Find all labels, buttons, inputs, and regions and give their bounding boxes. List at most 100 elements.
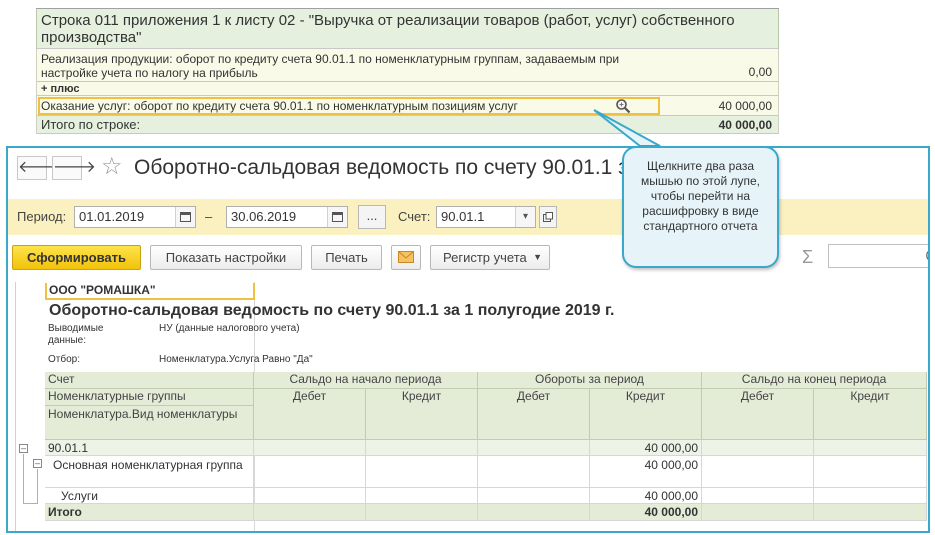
total-row-name: Итого (45, 504, 254, 521)
account-label: Счет: (398, 209, 431, 224)
declaration-header: Строка 011 приложения 1 к листу 02 - "Вы… (36, 9, 779, 49)
row-cell (254, 504, 366, 521)
account-value: 90.01.1 (441, 209, 485, 224)
email-button[interactable] (391, 245, 421, 270)
row-item-name: Услуги (45, 488, 254, 504)
hint-text: Щелкните два раза мышью по этой лупе, чт… (640, 159, 761, 233)
row-cell (702, 488, 814, 504)
filter-label: Отбор: (48, 354, 80, 365)
header-nomenclature: Номенклатура.Вид номенклатуры (45, 406, 254, 440)
report-sheet: ООО "РОМАШКА" Оборотно-сальдовая ведомос… (15, 282, 928, 531)
row-account-turnover-credit[interactable]: 40 000,00 (590, 440, 702, 456)
header-turnover: Обороты за период (478, 372, 702, 389)
services-highlight (38, 97, 660, 115)
row-account-name: 90.01.1 (45, 440, 254, 456)
header-turnover-credit: Кредит (590, 389, 702, 440)
calendar-icon[interactable] (175, 207, 195, 227)
sigma-icon: Σ (802, 247, 814, 267)
tree-line (23, 503, 38, 504)
hint-callout: Щелкните два раза мышью по этой лупе, чт… (622, 146, 779, 268)
toolbar: Сформировать Показать настройки Печать Р… (8, 243, 928, 273)
header-opening: Сальдо на начало периода (254, 372, 478, 389)
row-cell (366, 456, 478, 488)
products-value: 0,00 (748, 65, 772, 79)
header-groups: Номенклатурные группы (45, 389, 254, 406)
row-cell (478, 456, 590, 488)
period-select-button[interactable]: ... (358, 205, 386, 229)
total-row-turnover-credit[interactable]: 40 000,00 (590, 504, 702, 521)
date-to-value: 30.06.2019 (231, 209, 297, 224)
header-turnover-debit: Дебет (478, 389, 590, 440)
date-to-field[interactable]: 30.06.2019 (226, 206, 348, 228)
row-cell (254, 440, 366, 456)
account-field[interactable]: 90.01.1 ▾ (436, 206, 536, 228)
sum-field: 0 (828, 244, 928, 268)
row-cell (702, 456, 814, 488)
chevron-down-icon[interactable]: ▾ (515, 207, 535, 227)
header-opening-credit: Кредит (366, 389, 478, 440)
declaration-table: Строка 011 приложения 1 к листу 02 - "Вы… (36, 8, 779, 134)
date-from-value: 01.01.2019 (79, 209, 145, 224)
services-value: 40 000,00 (718, 99, 772, 113)
output-value: НУ (данные налогового учета) (159, 323, 300, 334)
report-window: 🡐 🡒 ☆ Оборотно-сальдовая ведомость по сч… (6, 146, 930, 533)
generate-button[interactable]: Сформировать (12, 245, 141, 270)
tree-line (37, 469, 38, 503)
print-button[interactable]: Печать (311, 245, 382, 270)
row-cell (366, 504, 478, 521)
dropdown-arrow-icon: ▼ (533, 252, 542, 262)
declaration-row-services[interactable]: Оказание услуг: оборот по кредиту счета … (37, 96, 778, 116)
declaration-body: Реализация продукции: оборот по кредиту … (36, 49, 779, 134)
row-cell (478, 488, 590, 504)
back-button[interactable]: 🡐 (17, 156, 61, 180)
collapse-icon[interactable]: – (19, 444, 28, 453)
row-group-turnover-credit[interactable]: 40 000,00 (590, 456, 702, 488)
declaration-row-total: Итого по строке: 40 000,00 (37, 116, 778, 134)
calendar-icon[interactable] (327, 207, 347, 227)
row-cell (254, 488, 366, 504)
window-title: Оборотно-сальдовая ведомость по счету 90… (134, 156, 686, 179)
tree-line (23, 454, 24, 504)
open-account-button[interactable] (539, 206, 557, 228)
row-item-turnover-credit[interactable]: 40 000,00 (590, 488, 702, 504)
magnifier-icon[interactable] (615, 98, 631, 114)
row-cell (478, 440, 590, 456)
row-cell (702, 440, 814, 456)
forward-button[interactable]: 🡒 (52, 156, 96, 180)
output-label: Выводимые данные: (48, 323, 104, 346)
filter-value: Номенклатура.Услуга Равно "Да" (159, 354, 313, 365)
plus-label: + плюс (37, 82, 778, 96)
envelope-icon (398, 251, 414, 263)
open-link-icon (543, 212, 553, 222)
period-label: Период: (17, 209, 67, 224)
filter-bar: Период: 01.01.2019 – 30.06.2019 ... Счет… (8, 199, 928, 235)
header-closing-debit: Дебет (702, 389, 814, 440)
favorite-star-icon[interactable]: ☆ (101, 154, 123, 180)
organization-name: ООО "РОМАШКА" (45, 283, 255, 300)
products-text: Реализация продукции: оборот по кредиту … (41, 52, 620, 80)
report-title: Оборотно-сальдовая ведомость по счету 90… (49, 302, 615, 319)
header-closing: Сальдо на конец периода (702, 372, 927, 389)
row-cell (366, 440, 478, 456)
show-settings-button[interactable]: Показать настройки (150, 245, 302, 270)
register-label: Регистр учета (443, 250, 527, 265)
header-account: Счет (45, 372, 254, 389)
declaration-row-products: Реализация продукции: оборот по кредиту … (37, 49, 778, 82)
row-cell (814, 504, 927, 521)
row-cell (478, 504, 590, 521)
row-group-name: Основная номенклатурная группа (45, 456, 254, 488)
row-cell (366, 488, 478, 504)
header-opening-debit: Дебет (254, 389, 366, 440)
row-cell (814, 440, 927, 456)
row-cell (814, 488, 927, 504)
register-button[interactable]: Регистр учета ▼ (430, 245, 550, 270)
header-closing-credit: Кредит (814, 389, 927, 440)
row-cell (702, 504, 814, 521)
row-cell (814, 456, 927, 488)
date-from-field[interactable]: 01.01.2019 (74, 206, 196, 228)
period-dash: – (205, 209, 213, 224)
total-label: Итого по строке: (41, 117, 141, 132)
row-cell (254, 456, 366, 488)
collapse-icon[interactable]: – (33, 459, 42, 468)
total-value: 40 000,00 (718, 118, 772, 132)
